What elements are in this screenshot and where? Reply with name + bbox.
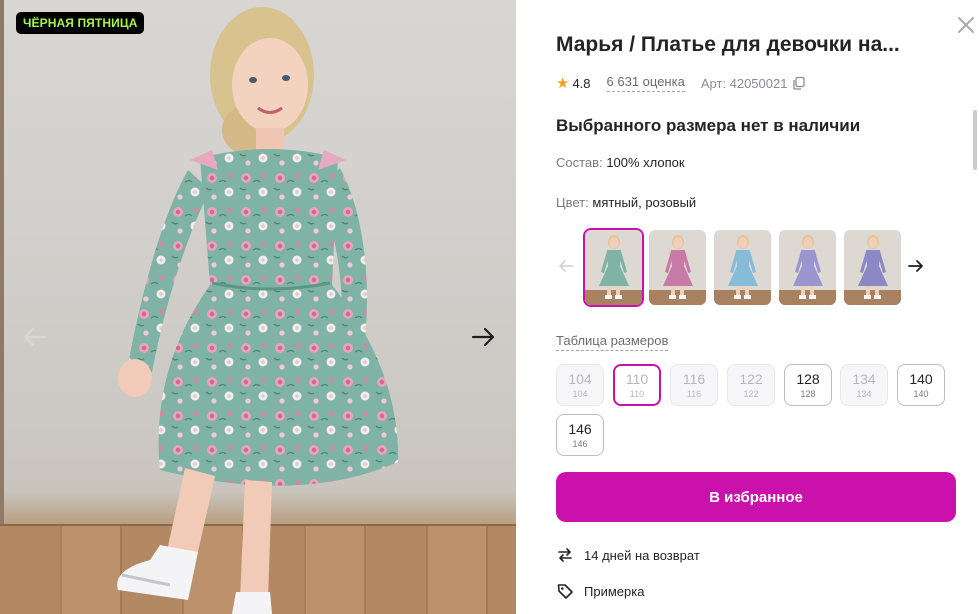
arrow-left-icon — [559, 260, 574, 272]
thumbs-prev-button[interactable] — [554, 252, 578, 280]
dress-thumbnail-image — [779, 230, 836, 305]
composition-value: 100% хлопок — [606, 155, 685, 170]
size-option-128[interactable]: 128 128 — [784, 364, 832, 406]
size-label: 122 — [739, 371, 763, 387]
size-label: 116 — [682, 371, 706, 387]
color-label: Цвет: — [556, 195, 589, 210]
dress-thumbnail-image — [585, 230, 642, 305]
composition: Состав: 100% хлопок — [556, 155, 685, 170]
prev-photo-button[interactable] — [19, 321, 51, 353]
size-sub-label: 104 — [572, 389, 588, 399]
product-gallery: ЧЁРНАЯ ПЯТНИЦА — [0, 0, 516, 614]
arrow-right-icon — [908, 260, 923, 272]
composition-label: Состав: — [556, 155, 603, 170]
star-icon: ★ — [556, 75, 570, 92]
rating-value: 4.8 — [572, 75, 591, 91]
color-value: мятный, розовый — [592, 195, 697, 210]
size-option-110[interactable]: 110 110 — [613, 364, 661, 406]
return-policy[interactable]: 14 дней на возврат — [556, 546, 700, 564]
size-label: 140 — [909, 371, 933, 387]
size-option-140[interactable]: 140 140 — [897, 364, 945, 406]
thumbs-next-button[interactable] — [904, 252, 928, 280]
color-thumb-lilac[interactable] — [779, 230, 836, 305]
size-sub-label: 146 — [572, 439, 588, 449]
color-thumb-pink[interactable] — [649, 230, 706, 305]
product-meta: ★ 4.8 6 631 оценка Арт: 42050021 — [556, 74, 806, 92]
product-info-panel: Марья / Платье для девочки на... ★ 4.8 6… — [516, 0, 979, 614]
size-label: 128 — [796, 371, 820, 387]
return-policy-label: 14 дней на возврат — [584, 547, 700, 563]
color-thumbnails — [556, 228, 936, 306]
size-table-link[interactable]: Таблица размеров — [556, 333, 669, 351]
size-sub-label: 116 — [686, 389, 702, 399]
color-thumb-lavender[interactable] — [844, 230, 901, 305]
product-title: Марья / Платье для девочки на... — [556, 33, 900, 56]
size-sub-label: 128 — [800, 389, 816, 399]
copy-icon[interactable] — [792, 76, 806, 90]
next-photo-button[interactable] — [467, 321, 499, 353]
add-to-favorites-button[interactable]: В избранное — [556, 472, 956, 522]
arrow-right-icon — [471, 327, 495, 347]
tag-icon — [557, 584, 573, 599]
color-thumb-light-blue[interactable] — [714, 230, 771, 305]
size-option-116[interactable]: 116 116 — [670, 364, 718, 406]
size-option-122[interactable]: 122 122 — [727, 364, 775, 406]
article-number: Арт: 42050021 — [700, 75, 788, 91]
dress-thumbnail-image — [649, 230, 706, 305]
fitting-info[interactable]: Примерка — [556, 582, 644, 600]
fitting-label: Примерка — [584, 583, 645, 599]
size-sub-label: 134 — [856, 389, 872, 399]
size-option-104[interactable]: 104 104 — [556, 364, 604, 406]
black-friday-badge: ЧЁРНАЯ ПЯТНИЦА — [16, 12, 145, 34]
color-info: Цвет: мятный, розовый — [556, 195, 696, 210]
return-arrows-icon — [558, 548, 572, 562]
availability-status: Выбранного размера нет в наличии — [556, 116, 861, 135]
size-label: 110 — [625, 371, 649, 387]
dress-thumbnail-image — [714, 230, 771, 305]
product-photo[interactable] — [0, 0, 516, 614]
size-sub-label: 110 — [629, 389, 645, 399]
scrollbar[interactable] — [973, 110, 977, 170]
arrow-left-icon — [23, 327, 47, 347]
size-label: 146 — [568, 421, 592, 437]
close-icon[interactable] — [955, 14, 977, 36]
size-option-146[interactable]: 146 146 — [556, 414, 604, 456]
size-label: 104 — [568, 371, 592, 387]
size-sub-label: 140 — [913, 389, 929, 399]
color-thumb-mint[interactable] — [585, 230, 642, 305]
size-sub-label: 122 — [743, 389, 759, 399]
reviews-link[interactable]: 6 631 оценка — [606, 74, 685, 92]
size-option-134[interactable]: 134 134 — [840, 364, 888, 406]
size-label: 134 — [852, 371, 876, 387]
dress-thumbnail-image — [844, 230, 901, 305]
